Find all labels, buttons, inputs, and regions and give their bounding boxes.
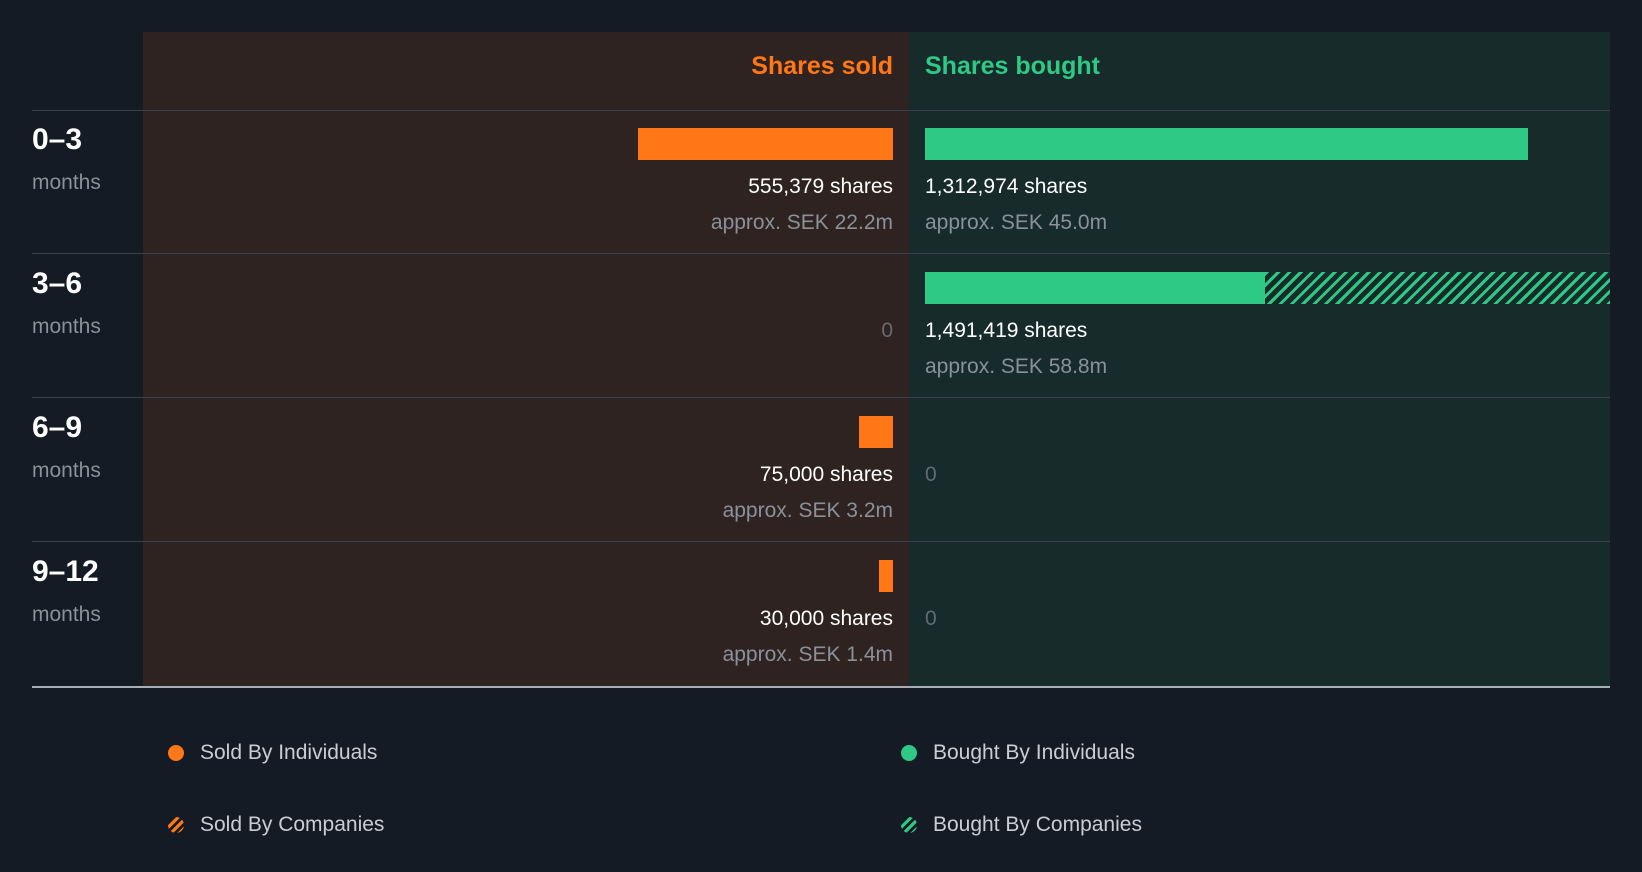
sold-value-label: approx. SEK 3.2m [722, 499, 893, 522]
period-unit: months [32, 315, 101, 338]
sold-shares-label: 555,379 shares [748, 175, 893, 198]
bought-by-companies-bar [1264, 272, 1610, 304]
bought-bar [925, 128, 1529, 160]
legend-swatch-icon [901, 745, 917, 761]
bought-zero-label: 0 [925, 463, 937, 486]
bought-zero-label: 0 [925, 607, 937, 630]
period-row: 9–12 months 30,000 shares approx. SEK 1.… [0, 545, 1642, 689]
period-label: 3–6 [32, 267, 83, 300]
legend-label: Bought By Companies [933, 813, 1142, 836]
legend-bought-companies: Bought By Companies [901, 813, 1142, 837]
sold-value-label: approx. SEK 22.2m [710, 211, 893, 234]
shares-sold-header: Shares sold [751, 52, 893, 80]
legend-swatch-hatched-icon [168, 817, 184, 833]
legend-swatch-hatched-icon [901, 817, 917, 833]
legend-sold-individuals: Sold By Individuals [168, 741, 377, 765]
sold-zero-label: 0 [881, 319, 893, 342]
legend-label: Bought By Individuals [933, 741, 1135, 764]
bought-bar [925, 272, 1265, 304]
sold-shares-label: 30,000 shares [759, 607, 893, 630]
legend-swatch-icon [168, 745, 184, 761]
shares-bought-header: Shares bought [925, 52, 1101, 80]
period-unit: months [32, 459, 101, 482]
row-divider [32, 110, 1610, 111]
period-row: 3–6 months 0 1,491,419 shares approx. SE… [0, 257, 1642, 401]
bought-shares-label: 1,491,419 shares [925, 319, 1088, 342]
sold-shares-label: 75,000 shares [759, 463, 893, 486]
bought-shares-label: 1,312,974 shares [925, 175, 1088, 198]
period-label: 0–3 [32, 123, 83, 156]
period-unit: months [32, 171, 101, 194]
period-label: 6–9 [32, 411, 83, 444]
period-row: 6–9 months 75,000 shares approx. SEK 3.2… [0, 401, 1642, 545]
legend-label: Sold By Companies [200, 813, 385, 836]
bought-value-label: approx. SEK 58.8m [925, 355, 1108, 378]
period-unit: months [32, 603, 101, 626]
period-label: 9–12 [32, 555, 99, 588]
sold-bar [858, 416, 893, 448]
legend-label: Sold By Individuals [200, 741, 378, 764]
period-row: 0–3 months 555,379 shares approx. SEK 22… [0, 113, 1642, 257]
legend-sold-companies: Sold By Companies [168, 813, 384, 837]
sold-value-label: approx. SEK 1.4m [722, 643, 893, 666]
sold-bar [637, 128, 893, 160]
bought-value-label: approx. SEK 45.0m [925, 211, 1108, 234]
sold-bar [879, 560, 893, 592]
legend-bought-individuals: Bought By Individuals [901, 741, 1135, 765]
